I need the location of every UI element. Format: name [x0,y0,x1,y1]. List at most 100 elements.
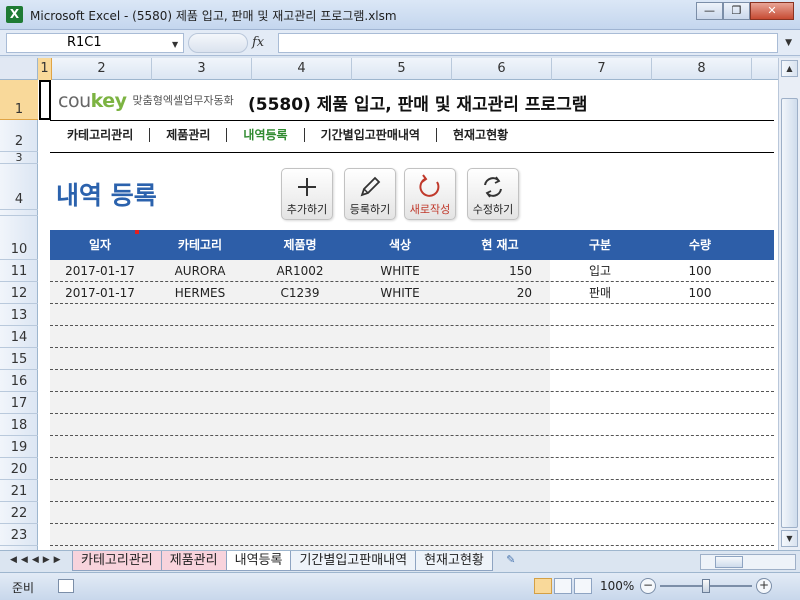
select-all-corner[interactable] [0,58,38,80]
refresh-icon [419,174,440,197]
title-bar: X Microsoft Excel - (5580) 제품 입고, 판매 및 재… [0,0,800,30]
tab-product-management[interactable]: 제품관리 [160,551,227,571]
table-row[interactable] [50,502,774,524]
scroll-up-icon[interactable]: ▲ [781,60,798,77]
row-header[interactable]: 11 [0,260,38,282]
sheet-tabs: 카테고리관리 제품관리 내역등록 기간별입고판매내역 현재고현황 ✎ [72,551,524,571]
restore-button[interactable]: ❐ [723,2,750,20]
row-header[interactable]: 22 [0,502,38,524]
table-row[interactable] [50,326,774,348]
row-header[interactable]: 20 [0,458,38,480]
macro-record-icon[interactable] [58,579,74,593]
header-product: 제품명 [283,238,317,252]
row-header[interactable]: 16 [0,370,38,392]
column-header[interactable]: 7 [552,58,652,80]
formula-controls [188,33,248,53]
sync-icon [484,176,502,198]
table-row[interactable] [50,392,774,414]
table-row[interactable]: 2017-01-17 HERMES C1239 WHITE 20 판매 100 [50,282,774,304]
tab-current-stock[interactable]: 현재고현황 [415,551,493,571]
tab-entry-registration[interactable]: 내역등록 [225,551,292,571]
table-row[interactable]: 2017-01-17 AURORA AR1002 WHITE 150 입고 10… [50,260,774,282]
row-header[interactable]: 23 [0,524,38,546]
zoom-out-button[interactable]: − [640,578,656,594]
page-layout-view-button[interactable] [554,578,572,594]
row-header[interactable]: 21 [0,480,38,502]
status-ready: 준비 [12,581,35,595]
table-row[interactable] [50,370,774,392]
zoom-in-button[interactable]: + [756,578,772,594]
nav-period-history[interactable]: 기간별입고판매내역 [305,128,437,142]
name-box[interactable]: R1C1 [6,33,184,53]
tab-category-management[interactable]: 카테고리관리 [72,551,162,571]
column-header[interactable]: 8 [652,58,752,80]
header-stock: 현 재고 [481,238,519,252]
row-header[interactable]: 4 [0,164,38,210]
column-header[interactable]: 5 [352,58,452,80]
column-header[interactable]: 1 [38,58,52,80]
table-row[interactable] [50,480,774,502]
nav-entry-registration[interactable]: 내역등록 [227,128,305,142]
nav-category-management[interactable]: 카테고리관리 [50,128,151,142]
row-header[interactable]: 18 [0,414,38,436]
nav-product-management[interactable]: 제품관리 [150,128,228,142]
page-break-view-button[interactable] [574,578,592,594]
table-row[interactable] [50,458,774,480]
column-header[interactable]: 3 [152,58,252,80]
table-row[interactable] [50,414,774,436]
status-bar: 준비 100% − + [0,572,800,600]
cell-grid[interactable]: coukey 맞춤형엑셀업무자동화 (5580) 제품 입고, 판매 및 재고관리… [38,80,778,550]
insert-sheet-icon[interactable]: ✎ [498,551,524,569]
section-title: 내역 등록 [56,181,157,210]
column-header[interactable]: 6 [452,58,552,80]
table-row[interactable] [50,304,774,326]
scroll-thumb[interactable] [715,556,743,568]
row-header[interactable]: 14 [0,326,38,348]
column-header[interactable]: 2 [52,58,152,80]
insert-function-button[interactable]: fx [252,35,264,50]
active-cell[interactable] [39,80,51,120]
header-color: 색상 [388,238,412,252]
register-button[interactable]: 등록하기 [344,168,396,220]
tab-period-history[interactable]: 기간별입고판매내역 [290,551,417,571]
table-row[interactable] [50,436,774,458]
row-header[interactable]: 1 [0,80,38,120]
normal-view-button[interactable] [534,578,552,594]
formula-input[interactable] [278,33,778,53]
row-header[interactable]: 3 [0,151,38,164]
row-header[interactable]: 17 [0,392,38,414]
name-box-dropdown-icon[interactable]: ▼ [172,40,178,49]
vertical-scrollbar[interactable]: ▲ ▼ [778,58,800,550]
horizontal-scrollbar[interactable] [700,554,796,570]
formula-bar: R1C1 ▼ fx ▼ [0,30,800,56]
add-button[interactable]: 추가하기 [281,168,333,220]
expand-formula-icon[interactable]: ▼ [785,38,792,48]
nav-current-stock[interactable]: 현재고현황 [437,128,524,142]
new-entry-button[interactable]: 새로작성 [404,168,456,220]
edit-button[interactable]: 수정하기 [467,168,519,220]
row-header[interactable]: 2 [0,120,38,152]
row-header[interactable]: 19 [0,436,38,458]
zoom-level[interactable]: 100% [600,579,634,593]
program-title: (5580) 제품 입고, 판매 및 재고관리 프로그램 [248,95,588,115]
window-controls: — ❐ ✕ [696,2,794,20]
divider [50,120,774,121]
header-type: 구분 [588,238,612,252]
minimize-button[interactable]: — [696,2,723,20]
table-row[interactable] [50,524,774,546]
tab-scroll-icons[interactable]: ◀◀◀▶▶ [10,555,65,565]
zoom-slider-thumb[interactable] [702,579,710,593]
row-header[interactable]: 10 [0,216,38,260]
column-headers: 1 2 3 4 5 6 7 8 [38,58,778,80]
row-header[interactable]: 13 [0,304,38,326]
close-button[interactable]: ✕ [750,2,794,20]
row-header[interactable]: 12 [0,282,38,304]
row-header[interactable]: 15 [0,348,38,370]
scroll-thumb[interactable] [781,98,798,528]
table-row[interactable] [50,348,774,370]
header-category: 카테고리 [177,238,223,252]
scroll-down-icon[interactable]: ▼ [781,530,798,547]
column-header[interactable]: 4 [252,58,352,80]
header-date: 일자 [88,238,112,252]
window-title: Microsoft Excel - (5580) 제품 입고, 판매 및 재고관… [30,9,397,23]
